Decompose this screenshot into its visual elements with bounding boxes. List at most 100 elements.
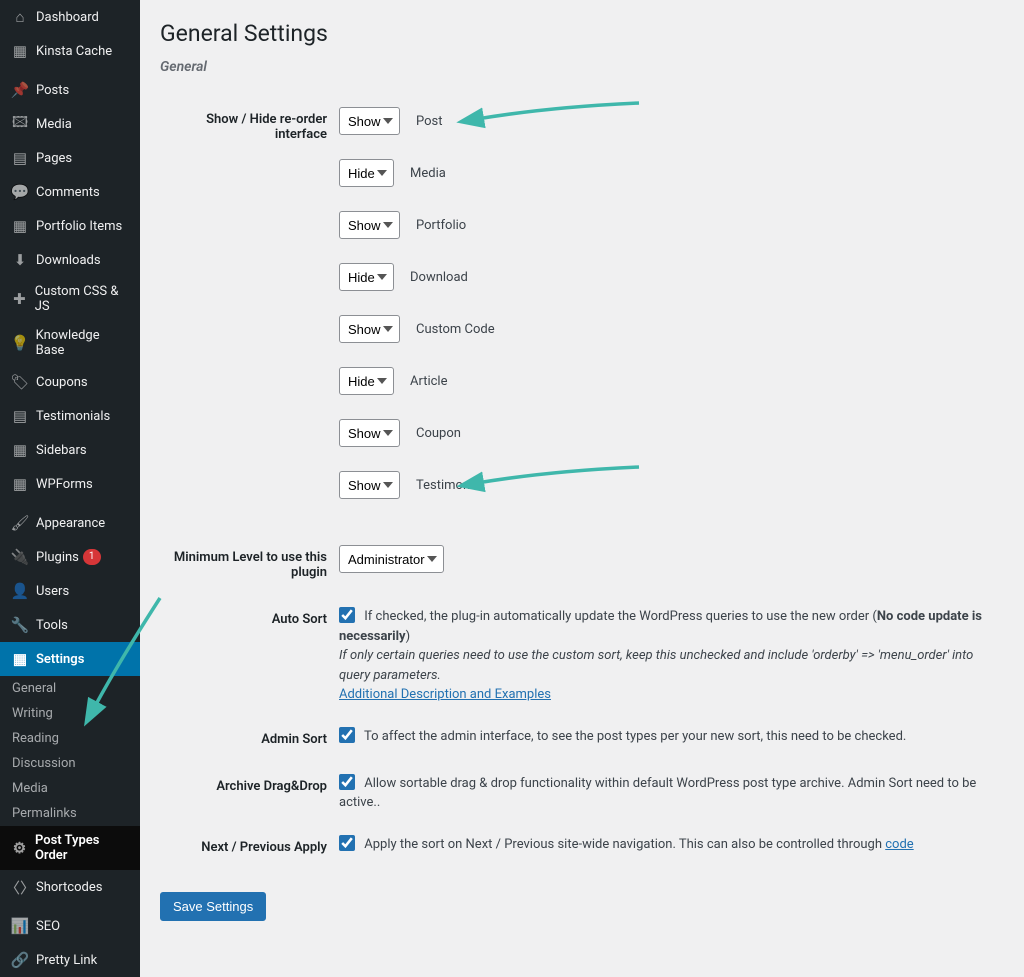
- save-button[interactable]: Save Settings: [160, 892, 266, 921]
- sidebar-item-label: Knowledge Base: [36, 328, 130, 358]
- sidebar-item-label: Dashboard: [36, 10, 99, 25]
- sidebar-item-appearance[interactable]: 🖌 Appearance: [0, 501, 140, 540]
- sidebar-item-coupons[interactable]: 🏷 Coupons: [0, 365, 140, 399]
- sidebar-item-knowledge-base[interactable]: 💡Knowledge Base: [0, 321, 140, 365]
- arrow-annotation: [469, 95, 649, 135]
- sidebar-item-label: Post Types Order: [35, 833, 130, 863]
- post-type-row: Show Custom Code: [339, 315, 992, 343]
- label-showhide: Show / Hide re-order interface: [162, 97, 337, 533]
- nextprev-link[interactable]: code: [885, 837, 913, 852]
- sidebar-item-label: Appearance: [36, 516, 105, 531]
- sidebar-item-label: Users: [36, 584, 69, 599]
- autosort-label[interactable]: If checked, the plug-in automatically up…: [339, 609, 982, 644]
- menu-icon: ✚: [10, 289, 29, 309]
- sidebar-item-pretty-link[interactable]: 🔗Pretty Link: [0, 943, 140, 977]
- sidebar-item-wpforms[interactable]: ▦WPForms: [0, 467, 140, 501]
- menu-icon: ▤: [10, 406, 30, 426]
- menu-icon: 🔌: [10, 547, 30, 567]
- menu-icon: ▦: [10, 474, 30, 494]
- autosort-link[interactable]: Additional Description and Examples: [339, 687, 551, 702]
- sidebar-item-plugins[interactable]: 🔌Plugins1: [0, 540, 140, 574]
- menu-icon: ▦: [10, 440, 30, 460]
- archive-checkbox[interactable]: [339, 774, 355, 790]
- post-type-label: Portfolio: [416, 218, 466, 233]
- sidebar-item-media[interactable]: 🖾Media: [0, 107, 140, 141]
- submenu-item-permalinks[interactable]: Permalinks: [0, 801, 140, 826]
- page-title: General Settings: [160, 20, 1004, 47]
- menu-icon: 📌: [10, 80, 30, 100]
- sidebar-item-label: Sidebars: [36, 443, 87, 458]
- sidebar-item-pages[interactable]: ▤Pages: [0, 141, 140, 175]
- post-type-label: Media: [410, 166, 446, 181]
- showhide-select-testimonial[interactable]: Show: [339, 471, 400, 499]
- post-type-row: ShowPost: [339, 107, 992, 135]
- menu-icon: 🖌: [10, 513, 30, 533]
- post-type-label: Testimonial: [416, 478, 484, 493]
- main-content: General Settings General Show / Hide re-…: [140, 0, 1024, 977]
- menu-icon: ▤: [10, 148, 30, 168]
- autosort-desc: If only certain queries need to use the …: [339, 648, 973, 683]
- sidebar-item-settings[interactable]: ▦Settings: [0, 642, 140, 676]
- sidebar-item-testimonials[interactable]: ▤ Testimonials: [0, 399, 140, 433]
- archive-label[interactable]: Allow sortable drag & drop functionality…: [339, 776, 976, 811]
- sidebar-item-downloads[interactable]: ⬇Downloads: [0, 243, 140, 277]
- sidebar-item-seo[interactable]: 📊SEO: [0, 904, 140, 943]
- post-type-row: Show Coupon: [339, 419, 992, 447]
- label-autosort: Auto Sort: [162, 597, 337, 715]
- label-nextprev: Next / Previous Apply: [162, 825, 337, 870]
- adminsort-checkbox[interactable]: [339, 727, 355, 743]
- menu-icon: 👤: [10, 581, 30, 601]
- showhide-select-download[interactable]: Hide: [339, 263, 394, 291]
- menu-icon: 🏷: [10, 372, 30, 392]
- label-adminsort: Admin Sort: [162, 717, 337, 762]
- sidebar-item-users[interactable]: 👤 Users: [0, 574, 140, 608]
- showhide-select-coupon[interactable]: Show: [339, 419, 400, 447]
- sidebar-item-comments[interactable]: 💬Comments: [0, 175, 140, 209]
- menu-icon: ▦: [10, 41, 30, 61]
- arrow-annotation: [469, 459, 649, 499]
- sidebar-item-post-types-order[interactable]: ⚙Post Types Order: [0, 826, 140, 870]
- sidebar-item-label: Tools: [36, 618, 68, 633]
- sidebar-item-sidebars[interactable]: ▦ Sidebars: [0, 433, 140, 467]
- sidebar-item-label: Testimonials: [36, 409, 110, 424]
- showhide-select-portfolio[interactable]: Show: [339, 211, 400, 239]
- submenu-item-general[interactable]: General: [0, 676, 140, 701]
- post-type-row: Hide Media: [339, 159, 992, 187]
- sidebar-item-dashboard[interactable]: ⌂ Dashboard: [0, 0, 140, 34]
- sidebar-item-shortcodes[interactable]: 〈〉Shortcodes: [0, 870, 140, 904]
- sidebar-item-tools[interactable]: 🔧Tools: [0, 608, 140, 642]
- autosort-checkbox[interactable]: [339, 607, 355, 623]
- post-type-label: Article: [410, 374, 447, 389]
- minlevel-select[interactable]: Administrator: [339, 545, 444, 573]
- showhide-select-custom-code[interactable]: Show: [339, 315, 400, 343]
- menu-icon: 〈〉: [10, 877, 30, 897]
- sidebar-item-portfolio-items[interactable]: ▦Portfolio Items: [0, 209, 140, 243]
- submenu-item-reading[interactable]: Reading: [0, 726, 140, 751]
- menu-icon: ▦: [10, 649, 30, 669]
- sidebar-item-label: Pretty Link: [36, 953, 97, 968]
- submenu-item-writing[interactable]: Writing: [0, 701, 140, 726]
- sidebar-item-custom-css-js[interactable]: ✚Custom CSS & JS: [0, 277, 140, 321]
- post-type-label: Coupon: [416, 426, 461, 441]
- showhide-select-post[interactable]: Show: [339, 107, 400, 135]
- label-minlevel: Minimum Level to use this plugin: [162, 535, 337, 595]
- menu-icon: ⌂: [10, 7, 30, 27]
- post-type-row: Show Testimonial: [339, 471, 992, 499]
- sidebar-item-label: Media: [36, 117, 72, 132]
- section-heading: General: [160, 59, 1004, 75]
- post-type-row: Show Portfolio: [339, 211, 992, 239]
- sidebar-item-label: Posts: [36, 83, 69, 98]
- submenu-item-media[interactable]: Media: [0, 776, 140, 801]
- submenu-item-discussion[interactable]: Discussion: [0, 751, 140, 776]
- sidebar-item-kinsta-cache[interactable]: ▦Kinsta Cache: [0, 34, 140, 68]
- menu-icon: 💬: [10, 182, 30, 202]
- post-type-label: Custom Code: [416, 322, 495, 337]
- showhide-select-article[interactable]: Hide: [339, 367, 394, 395]
- menu-icon: 📊: [10, 916, 30, 936]
- adminsort-label[interactable]: To affect the admin interface, to see th…: [339, 729, 906, 744]
- sidebar-item-posts[interactable]: 📌 Posts: [0, 68, 140, 107]
- nextprev-label[interactable]: Apply the sort on Next / Previous site-w…: [339, 837, 914, 852]
- sidebar-item-label: Coupons: [36, 375, 88, 390]
- showhide-select-media[interactable]: Hide: [339, 159, 394, 187]
- nextprev-checkbox[interactable]: [339, 835, 355, 851]
